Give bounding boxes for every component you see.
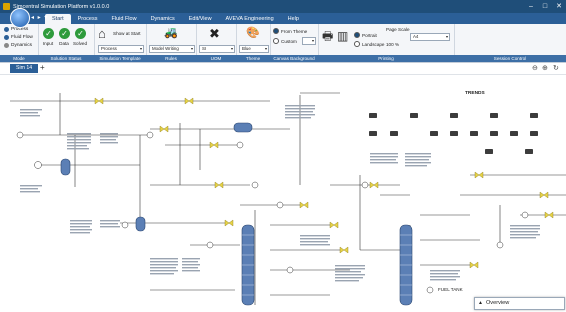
uom-label: UOM [196, 55, 236, 62]
mode-dynamics[interactable]: Dynamics [4, 43, 32, 48]
title-bar: Simcentral Simulation Platform v1.0.0.0 … [0, 0, 566, 13]
page-layout-icon[interactable]: ▥ [337, 30, 348, 43]
template-select[interactable]: Process ▾ [98, 45, 144, 53]
tab-help[interactable]: Help [281, 14, 306, 24]
overview-label: Overview [485, 300, 510, 306]
tab-edit-view[interactable]: Edit/View [182, 14, 219, 24]
pipes [10, 92, 566, 305]
ribbon-tabs: Start Process Fluid Flow Dynamics Edit/View A… [45, 14, 306, 24]
theme-label: Theme [236, 55, 270, 62]
flowsheet-diagram [10, 92, 566, 306]
data-check-icon[interactable]: ✓ [59, 28, 70, 39]
application-menu-button[interactable] [10, 8, 30, 28]
refresh-icon[interactable]: ↻ [553, 63, 559, 74]
separator-vessel-2 [135, 216, 146, 232]
session-control-group: Session Control [454, 24, 566, 62]
tab-fluid-flow[interactable]: Fluid Flow [105, 14, 144, 24]
trends-title: TRENDS [465, 91, 485, 96]
window-title: Simcentral Simulation Platform v1.0.0.0 [13, 3, 110, 10]
solved-check-icon[interactable]: ✓ [75, 28, 86, 39]
maximize-button[interactable]: □ [538, 0, 552, 13]
simulation-template-label: Simulation Template [94, 55, 146, 62]
app-window: Simcentral Simulation Platform v1.0.0.0 … [0, 0, 566, 312]
page-scale-label: Page Scale [386, 27, 410, 32]
solution-status-group: ✓ ✓ ✓ Input Data Solved Solution Status [38, 24, 95, 62]
simulation-template-group: ⌂ Show at Start Process ▾ Simulation Temp… [94, 24, 147, 62]
mode-group: Process Fluid Flow Dynamics Mode [0, 24, 39, 62]
theme-select[interactable]: Blue ▾ [239, 45, 269, 53]
solution-status-label: Solution Status [38, 55, 94, 62]
mode-group-label: Mode [0, 55, 38, 62]
trend-icons [369, 113, 538, 154]
document-tab[interactable]: Sim 14 [10, 64, 39, 73]
add-tab-button[interactable]: + [40, 63, 45, 73]
rules-icon[interactable]: 🚜 [164, 27, 178, 40]
from-theme-radio[interactable]: From Theme [273, 28, 307, 34]
fuel-tank-label: FUEL TANK [438, 287, 463, 292]
solved-label: Solved [72, 41, 88, 46]
canvas-background-label: Canvas Background [270, 55, 318, 62]
page-scale-value[interactable]: 100 % [386, 42, 399, 47]
custom-color-picker[interactable]: ▾ [302, 37, 316, 45]
overview-panel[interactable]: ▲ Overview [474, 297, 565, 310]
rules-group: 🚜 Model Writing ▾ Rules [146, 24, 197, 62]
ribbon-tab-row: Start Process Fluid Flow Dynamics Edit/View A… [0, 13, 566, 24]
printing-group: 🖶 ▥ Portrait Landscape Page Scale 100 % … [318, 24, 455, 62]
theme-icon[interactable]: 🎨 [246, 27, 260, 40]
valves [94, 97, 554, 269]
uom-group: ✖ SI ▾ UOM [196, 24, 237, 62]
uom-select[interactable]: SI ▾ [199, 45, 235, 53]
separator-vessel-1 [60, 158, 71, 176]
printing-label: Printing [318, 55, 454, 62]
pumps-and-mixers [16, 131, 529, 294]
tab-dynamics[interactable]: Dynamics [144, 14, 182, 24]
document-tab-strip: Sim 14 + ⊖ ⊕ ↻ [0, 63, 566, 75]
zoom-in-icon[interactable]: ⊕ [542, 63, 548, 74]
flowsheet-canvas[interactable]: TRENDS FUEL TANK ▲ Overview [0, 75, 566, 312]
show-at-start-toggle[interactable]: Show at Start [113, 31, 141, 36]
paper-size-select[interactable]: A4 ▾ [410, 33, 450, 41]
zoom-out-icon[interactable]: ⊖ [532, 63, 538, 74]
stream-data-tables [20, 105, 540, 282]
heat-exchanger [233, 122, 253, 133]
app-icon [3, 3, 10, 10]
portrait-radio[interactable]: Portrait [354, 32, 377, 38]
mode-process[interactable]: Process [4, 27, 28, 32]
close-button[interactable]: ✕ [552, 0, 566, 13]
rules-select[interactable]: Model Writing ▾ [149, 45, 195, 53]
data-label: Data [59, 41, 69, 46]
uom-icon[interactable]: ✖ [209, 27, 220, 40]
quick-access-toolbar[interactable]: ◂ ▸ ▾ [31, 14, 48, 21]
custom-radio[interactable]: Custom [273, 38, 297, 44]
session-control-label: Session Control [454, 55, 566, 62]
home-icon[interactable]: ⌂ [98, 27, 106, 40]
tab-start[interactable]: Start [45, 14, 71, 24]
theme-group: 🎨 Blue ▾ Theme [236, 24, 271, 62]
minimize-button[interactable]: – [524, 0, 538, 13]
input-check-icon[interactable]: ✓ [43, 28, 54, 39]
input-label: Input [42, 41, 54, 46]
ribbon: Process Fluid Flow Dynamics Mode ✓ ✓ ✓ I… [0, 24, 566, 63]
tab-process[interactable]: Process [71, 14, 105, 24]
print-icon[interactable]: 🖶 [322, 30, 333, 43]
landscape-radio[interactable]: Landscape [354, 41, 384, 47]
canvas-background-group: From Theme Custom ▾ Canvas Background [270, 24, 319, 62]
rules-label: Rules [146, 55, 196, 62]
caret-up-icon[interactable]: ▲ [478, 300, 483, 306]
tab-aveva-engineering[interactable]: AVEVA Engineering [219, 14, 281, 24]
mode-fluid-flow[interactable]: Fluid Flow [4, 35, 33, 40]
